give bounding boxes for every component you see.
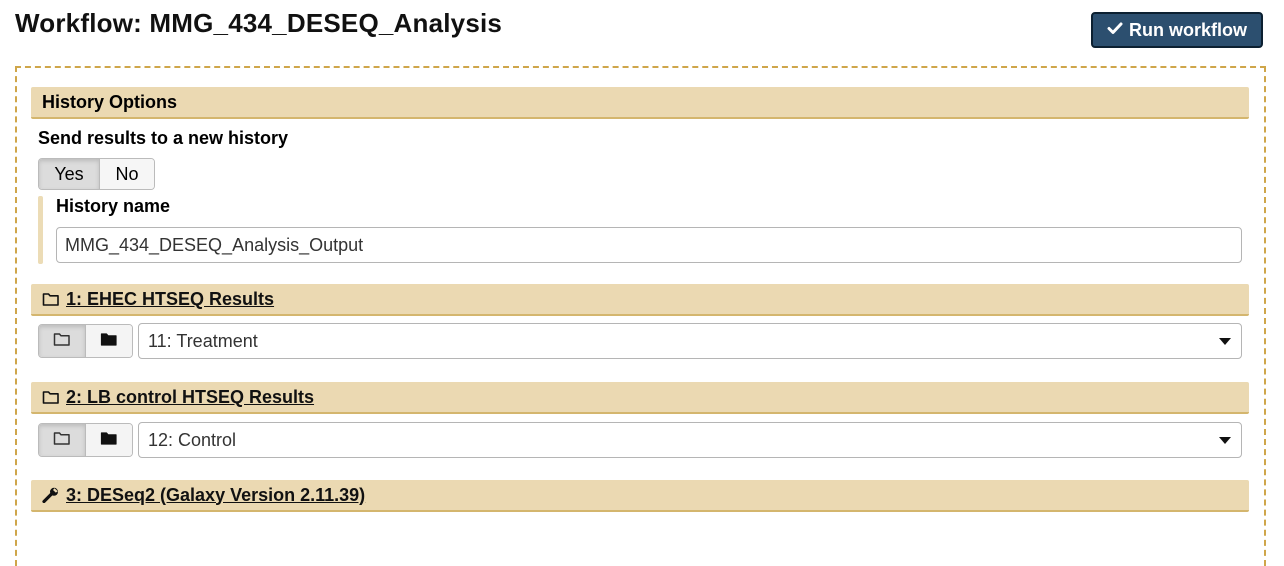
step-2-header: 2: LB control HTSEQ Results: [31, 382, 1249, 414]
toggle-no-option[interactable]: No: [100, 159, 154, 189]
step-1-header: 1: EHEC HTSEQ Results: [31, 284, 1249, 316]
single-dataset-button[interactable]: [39, 325, 86, 357]
step-2-dataset-select[interactable]: 12: Control: [138, 422, 1242, 458]
history-name-value: MMG_434_DESEQ_Analysis_Output: [65, 234, 364, 255]
step-1-title-link[interactable]: 1: EHEC HTSEQ Results: [66, 289, 274, 310]
folder-open-icon: [42, 291, 60, 307]
history-name-input[interactable]: MMG_434_DESEQ_Analysis_Output: [56, 227, 1242, 263]
wrench-icon: [42, 487, 60, 503]
history-options-header: History Options: [31, 87, 1249, 119]
step-3-title-link[interactable]: 3: DESeq2 (Galaxy Version 2.11.39): [66, 485, 365, 506]
step-1-selected-dataset: 11: Treatment: [148, 330, 258, 351]
page-title: Workflow: MMG_434_DESEQ_Analysis: [15, 8, 503, 38]
chevron-down-icon: [1219, 437, 1231, 444]
toggle-yes-option[interactable]: Yes: [39, 159, 100, 189]
chevron-down-icon: [1219, 338, 1231, 345]
folder-filled-icon: [100, 331, 118, 352]
step-1-dataset-mode-buttons[interactable]: [38, 324, 133, 358]
history-name-label: History name: [56, 196, 171, 216]
step-2-selected-dataset: 12: Control: [148, 429, 237, 450]
multiple-datasets-button[interactable]: [86, 325, 132, 357]
step-2-dataset-mode-buttons[interactable]: [38, 423, 133, 457]
folder-outline-icon: [53, 331, 71, 352]
run-workflow-label: Run workflow: [1129, 19, 1247, 40]
step-1-dataset-select[interactable]: 11: Treatment: [138, 323, 1242, 359]
multiple-datasets-button[interactable]: [86, 424, 132, 456]
folder-outline-icon: [53, 430, 71, 451]
run-workflow-button[interactable]: Run workflow: [1091, 12, 1263, 48]
new-history-toggle[interactable]: Yes No: [38, 158, 155, 190]
send-results-label: Send results to a new history: [38, 128, 289, 148]
single-dataset-button[interactable]: [39, 424, 86, 456]
checkmark-icon: [1107, 20, 1123, 41]
history-options-title: History Options: [42, 91, 178, 112]
folder-filled-icon: [100, 430, 118, 451]
history-name-indent-bar: [38, 196, 43, 264]
folder-open-icon: [42, 389, 60, 405]
step-2-title-link[interactable]: 2: LB control HTSEQ Results: [66, 387, 314, 408]
step-3-header: 3: DESeq2 (Galaxy Version 2.11.39): [31, 480, 1249, 512]
